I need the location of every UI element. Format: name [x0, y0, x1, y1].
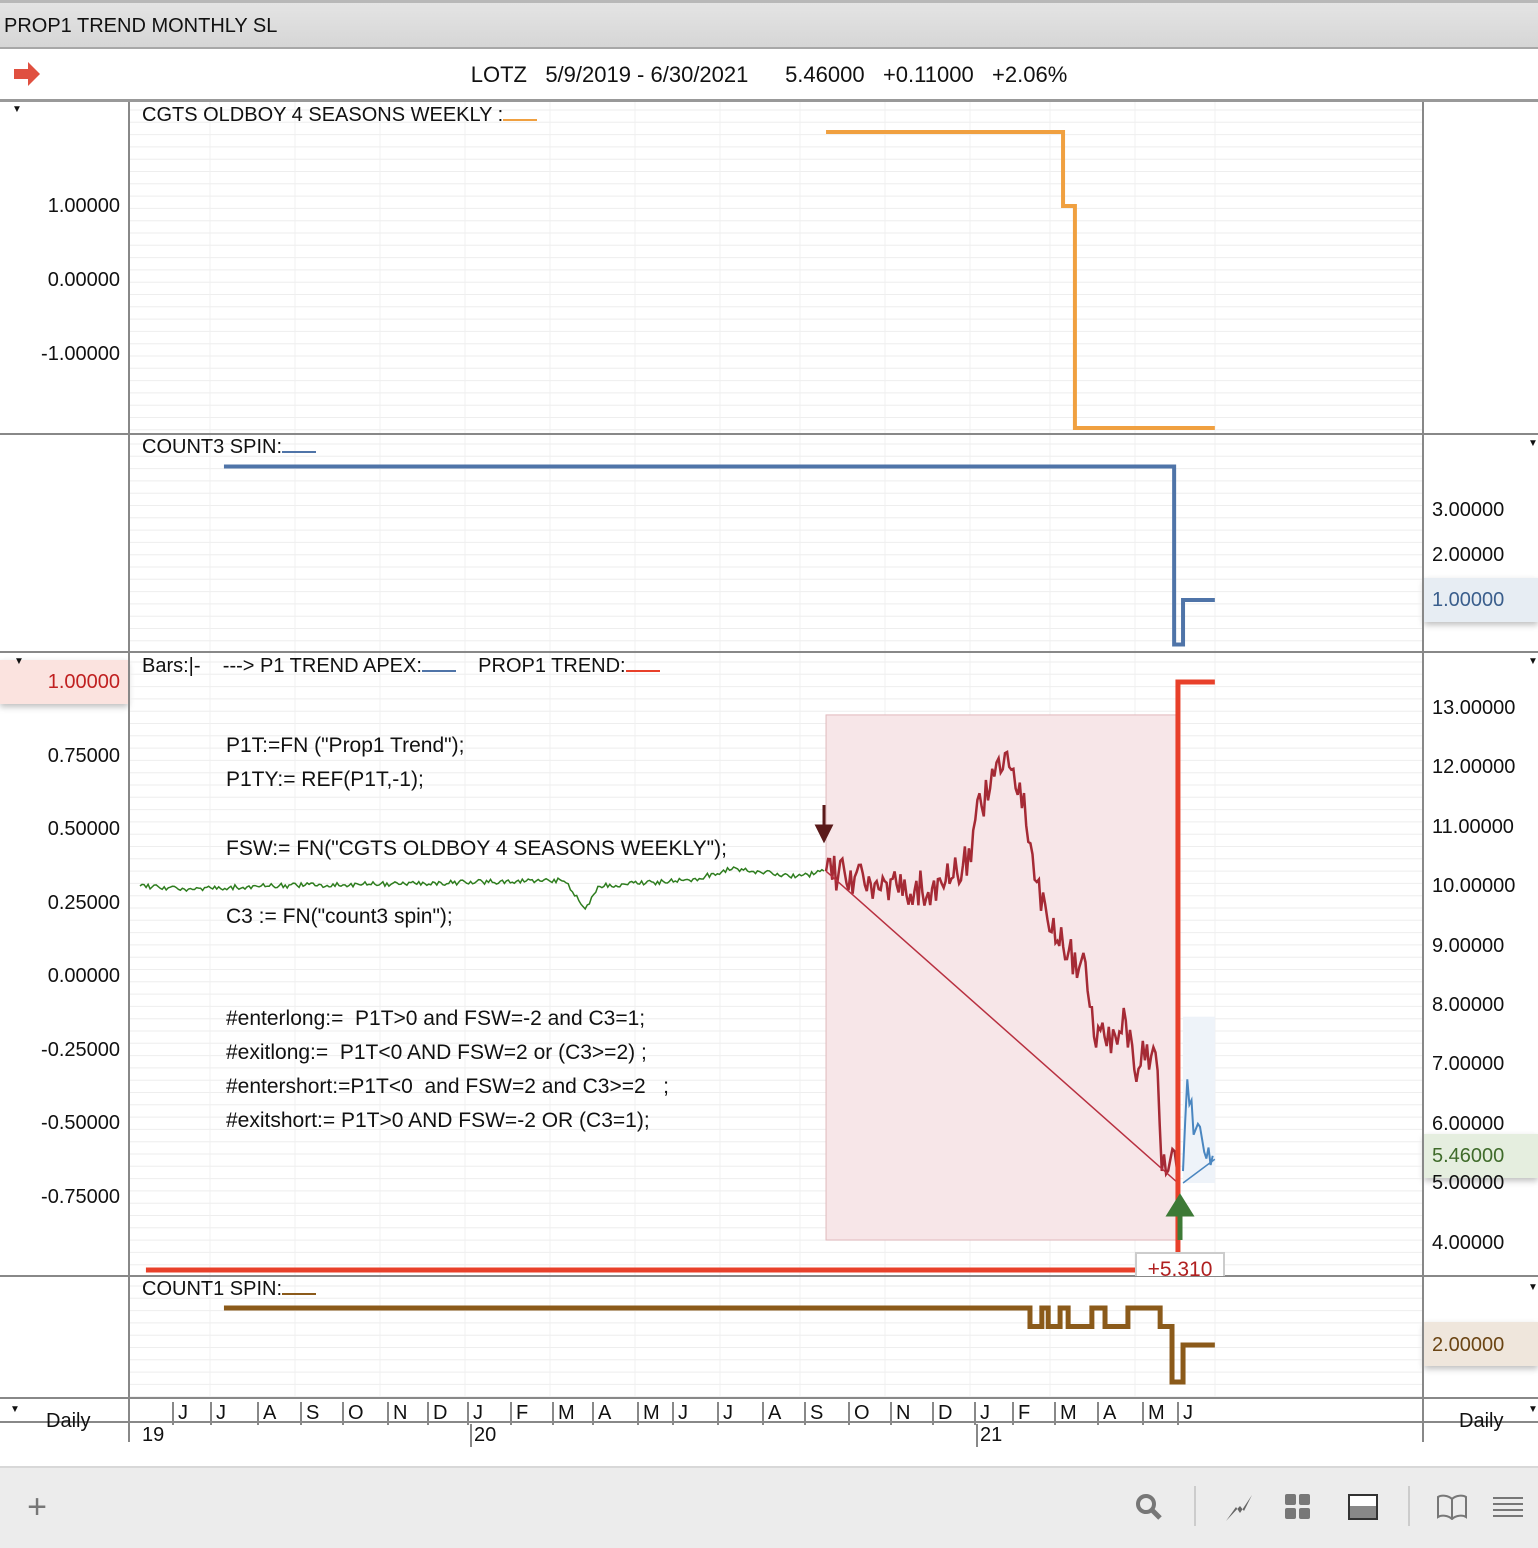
- panel3-left-axis-label: -0.25000: [41, 1038, 120, 1061]
- panel2-title: COUNT3 SPIN:: [142, 436, 317, 459]
- month-label: J: [1177, 1402, 1193, 1425]
- panel2-axis-label: 1.00000: [1432, 589, 1505, 611]
- panel1-title: CGTS OLDBOY 4 SEASONS WEEKLY :: [142, 104, 538, 127]
- formula-line: #enterlong:= P1T>0 and FSW=-2 and C3=1;: [226, 1007, 646, 1030]
- month-label: S: [300, 1402, 319, 1425]
- panel3-right-axis-label: 5.00000: [1432, 1172, 1505, 1195]
- toolbar-divider: [1408, 1486, 1410, 1526]
- panel3-title: Bars:|- ---> P1 TREND APEX: PROP1 TREND:: [142, 655, 660, 678]
- panel3-right-axis-label: 7.00000: [1432, 1053, 1505, 1076]
- month-label: J: [467, 1402, 483, 1425]
- month-label: M: [637, 1402, 660, 1425]
- panel3-right-axis-label: 6.00000: [1432, 1112, 1505, 1135]
- month-label: S: [804, 1402, 823, 1425]
- month-label: J: [672, 1402, 688, 1425]
- panel3-left-axis-label: -0.50000: [41, 1112, 120, 1134]
- formula-line: C3 := FN("count3 spin");: [226, 905, 453, 928]
- panel2-axis-label: 3.00000: [1432, 499, 1505, 521]
- fsw-line: [826, 130, 1215, 430]
- chart-canvas[interactable]: [0, 0, 1538, 1466]
- grid-layout-icon[interactable]: [1281, 1490, 1315, 1524]
- month-label: J: [974, 1402, 990, 1425]
- month-label: D: [932, 1402, 952, 1425]
- year-label: 21: [976, 1424, 1002, 1447]
- month-label: A: [1097, 1402, 1116, 1425]
- trade-profit-label: +5.310: [1135, 1252, 1225, 1276]
- panel3-right-axis-label: 4.00000: [1432, 1231, 1505, 1254]
- period-right-menu-icon[interactable]: ▼: [1528, 1404, 1538, 1415]
- panel4-menu-icon[interactable]: ▼: [1528, 1282, 1538, 1293]
- current-price-label: 5.46000: [1432, 1145, 1505, 1167]
- panel3-left-axis-label: 0.25000: [47, 891, 120, 914]
- month-label: A: [257, 1402, 276, 1425]
- panel1-axis-label: -1.00000: [41, 343, 120, 365]
- formula-line: #exitshort:= P1T>0 AND FSW=-2 OR (C3=1);: [226, 1109, 650, 1132]
- period-left[interactable]: Daily: [46, 1410, 90, 1433]
- month-label: D: [427, 1402, 447, 1425]
- panel-layout-icon[interactable]: [1346, 1490, 1380, 1524]
- formula-line: P1T:=FN ("Prop1 Trend");: [226, 734, 465, 757]
- period-right[interactable]: Daily: [1459, 1410, 1503, 1433]
- panel3-left-axis-label: 0.75000: [47, 744, 120, 767]
- panel3-left-axis-label: 1.00000: [47, 671, 120, 693]
- panel3-right-axis-label: 12.00000: [1432, 756, 1516, 779]
- month-label: F: [510, 1402, 528, 1425]
- panel3-left-axis-label: 0.00000: [47, 965, 120, 987]
- panel3-right-axis-label: 11.00000: [1432, 815, 1514, 838]
- panel1-menu-icon[interactable]: ▼: [12, 104, 22, 115]
- panel3-right-axis-label: 10.00000: [1432, 875, 1516, 898]
- month-label: F: [1012, 1402, 1030, 1425]
- formula-line: FSW:= FN("CGTS OLDBOY 4 SEASONS WEEKLY")…: [226, 837, 727, 860]
- price-series-flat: [139, 866, 825, 911]
- formula-line: #exitlong:= P1T<0 AND FSW=2 or (C3>=2) ;: [226, 1041, 647, 1064]
- short-trade-region: [825, 714, 1179, 1241]
- month-label: J: [172, 1402, 188, 1425]
- add-icon[interactable]: +: [20, 1488, 54, 1526]
- toolbar-divider: [1194, 1486, 1196, 1526]
- month-label: J: [717, 1402, 733, 1425]
- panel3-left-axis-label: 0.50000: [47, 818, 120, 840]
- month-label: M: [552, 1402, 575, 1425]
- year-label: 20: [470, 1424, 496, 1447]
- menu-lines-icon[interactable]: [1491, 1490, 1525, 1524]
- month-label: O: [848, 1402, 870, 1425]
- panel3-menu-left-icon[interactable]: ▼: [14, 656, 24, 667]
- book-icon[interactable]: [1435, 1490, 1469, 1524]
- formula-line: #entershort:=P1T<0 and FSW=2 and C3>=2 ;: [226, 1075, 670, 1098]
- panel3-right-axis-label: 13.00000: [1432, 697, 1516, 719]
- count1-line: [223, 1305, 1215, 1385]
- month-label: N: [387, 1402, 407, 1425]
- panel2-menu-icon[interactable]: ▼: [1528, 438, 1538, 449]
- panel3-left-axis-label: -0.75000: [41, 1185, 120, 1208]
- panel3-menu-icon[interactable]: ▼: [1528, 656, 1538, 667]
- draw-line-icon[interactable]: [1222, 1490, 1256, 1524]
- month-label: O: [342, 1402, 364, 1425]
- month-label: M: [1054, 1402, 1077, 1425]
- month-label: M: [1142, 1402, 1165, 1425]
- panel1-axis-label: 1.00000: [47, 195, 120, 217]
- search-icon[interactable]: [1132, 1490, 1166, 1524]
- month-label: A: [592, 1402, 611, 1425]
- month-label: A: [762, 1402, 781, 1425]
- panel1-axis-label: 0.00000: [47, 269, 120, 291]
- count1-current-label: 2.00000: [1432, 1334, 1505, 1356]
- period-left-menu-icon[interactable]: ▼: [10, 1404, 20, 1415]
- panel2-axis-label: 2.00000: [1432, 544, 1505, 566]
- panel3-right-axis-label: 8.00000: [1432, 994, 1505, 1016]
- year-label: 19: [142, 1424, 165, 1446]
- panel3-right-axis-label: 9.00000: [1432, 934, 1505, 957]
- panel4-title: COUNT1 SPIN:: [142, 1278, 317, 1301]
- month-label: N: [890, 1402, 910, 1425]
- formula-line: P1TY:= REF(P1T,-1);: [226, 768, 424, 791]
- month-label: J: [210, 1402, 226, 1425]
